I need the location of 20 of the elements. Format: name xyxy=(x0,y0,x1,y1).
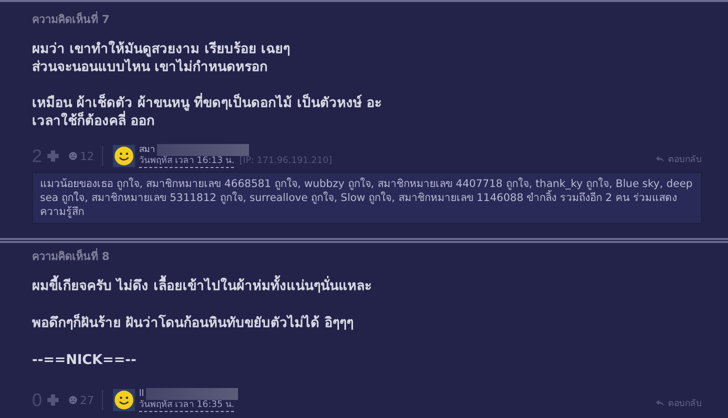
comment-text: พอดึกๆก็ฝันร้าย ฝันว่าโดนก้อนหินทับขยับตัวไม่ได้ อิๆๆๆ xyxy=(32,314,354,332)
comment-number: ความคิดเห็นที่ 7 xyxy=(32,10,110,26)
post-date-link[interactable]: วันพฤหัส เวลา 16:13 น. xyxy=(139,156,234,168)
reply-icon xyxy=(655,154,665,164)
comment-text: เหมือน ผ้าเช็ดตัว ผ้าขนหนู ที่ขดๆเป็นดอกไม้ เป็นตัวหงษ์ อะ เวลาใช้ก็ต้องคลี่ ออก xyxy=(32,94,702,130)
comment-text: ผมขี้เกียจครับ ไม่ดึง เลื้อยเข้าไปในผ้าห่มทั้งแน่นๆนั่นแหละ xyxy=(32,277,702,295)
post-date-link[interactable]: วันพฤหัส เวลา 16:35 น. xyxy=(139,400,234,412)
emotion-icon xyxy=(68,151,78,161)
username-link[interactable]: สมา xyxy=(139,144,156,156)
avatar-icon xyxy=(113,389,136,411)
plus-icon[interactable] xyxy=(46,393,60,407)
reply-icon xyxy=(655,398,665,408)
avatar-icon xyxy=(113,145,136,167)
comment-number: ความคิดเห็นที่ 8 xyxy=(32,247,110,263)
plus-icon[interactable] xyxy=(46,149,60,163)
emotion-icon xyxy=(68,395,78,405)
comment-text: --==NICK==-- xyxy=(32,351,138,369)
username-link[interactable]: ll xyxy=(139,388,144,400)
comment-text: ผมว่า เขาทำให้มันดูสวยงาม เรียบร้อย เฉยๆ ส่วนจะนอนแบบไหน เขาไม่กำหนดหรอก xyxy=(32,40,292,76)
reactions-box: แมวน้อยของเธอ ถูกใจ, สมาชิกหมายเลข 4668581 ถูกใจ, wubbzy ถูกใจ, สมาชิกหมายเลข 4407718 ถูกใจ, thank_ky ถูกใจ, Blue sky, deep sea ถูกใจ, สมาชิกหมายเลข 5311812 ถูกใจ, surreallove ถูกใจ, Slow ถูกใจ, สมาชิกหมายเลข 1146088 ขำกลิ้ง รวมถึงอีก 2 คน ร่วมแสดงความรู้สึก xyxy=(32,172,702,224)
